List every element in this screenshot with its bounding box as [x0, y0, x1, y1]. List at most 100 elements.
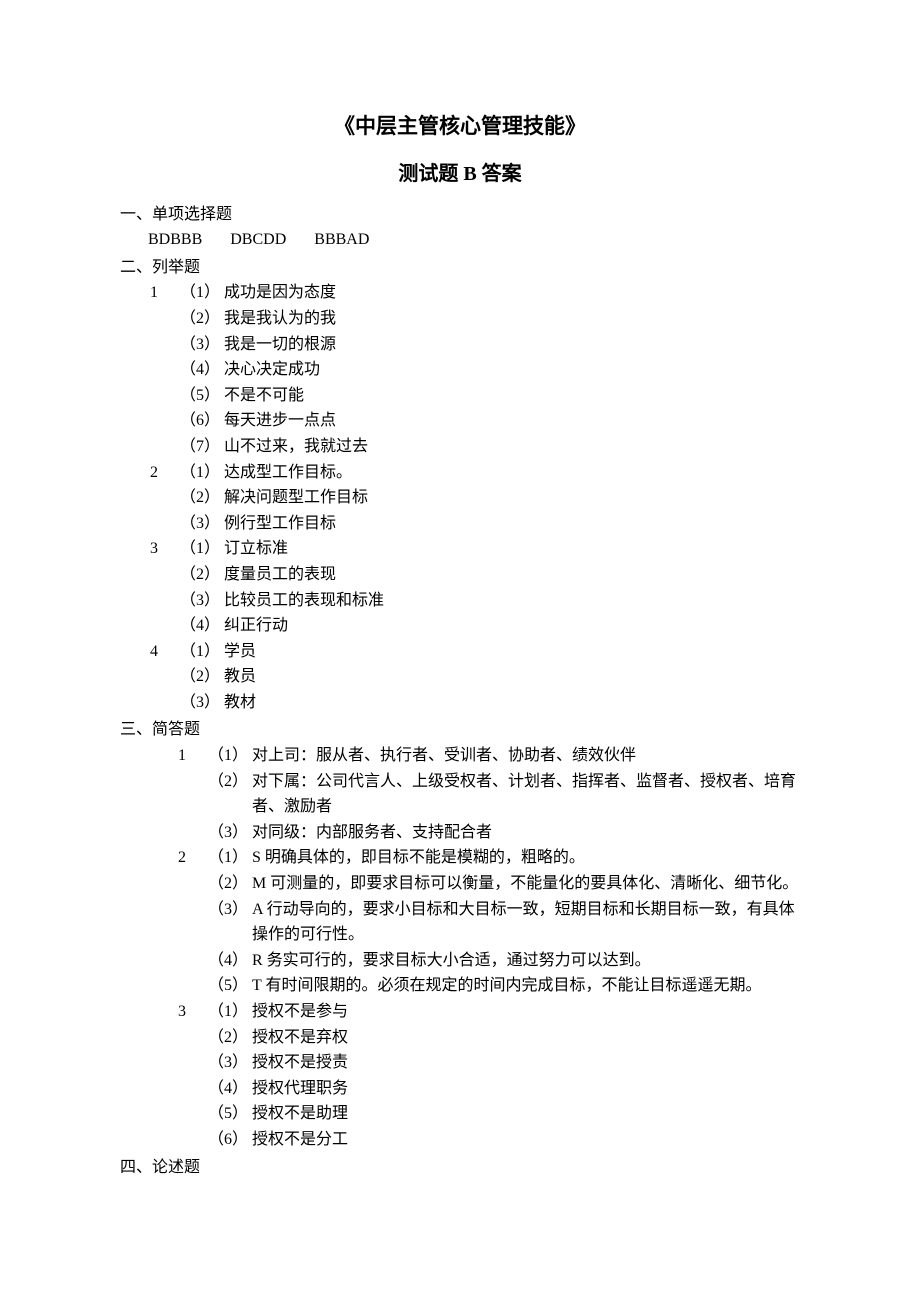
list-text: 山不过来，我就过去 — [224, 434, 800, 460]
list-item: （2）我是我认为的我 — [180, 306, 800, 332]
list-marker: （3） — [180, 588, 224, 614]
list-text: 度量员工的表现 — [224, 562, 800, 588]
list-text: 授权不是分工 — [252, 1127, 800, 1153]
list-text: 授权不是弃权 — [252, 1025, 800, 1051]
s3-q1: 1 （1）对上司：服从者、执行者、受训者、协助者、绩效伙伴 （2）对下属：公司代… — [148, 743, 800, 845]
list-text: 授权不是助理 — [252, 1101, 800, 1127]
list-text: 我是一切的根源 — [224, 332, 800, 358]
page-content: 《中层主管核心管理技能》 测试题 B 答案 一、单项选择题 BDBBB DBCD… — [0, 0, 920, 1240]
list-marker: （4） — [208, 948, 252, 974]
list-item: （3）我是一切的根源 — [180, 332, 800, 358]
list-item: （6）授权不是分工 — [208, 1127, 800, 1153]
list-item: （3）例行型工作目标 — [180, 511, 800, 537]
list-item: （3）比较员工的表现和标准 — [180, 588, 800, 614]
list-marker: （2） — [180, 664, 224, 690]
section-3-body: 1 （1）对上司：服从者、执行者、受训者、协助者、绩效伙伴 （2）对下属：公司代… — [120, 743, 800, 1153]
list-item: （3）对同级：内部服务者、支持配合者 — [208, 820, 800, 846]
question-body: （1）对上司：服从者、执行者、受训者、协助者、绩效伙伴 （2）对下属：公司代言人… — [208, 743, 800, 845]
s3-q3: 3 （1）授权不是参与 （2）授权不是弃权 （3）授权不是授责 （4）授权代理职… — [148, 999, 800, 1153]
list-marker: （3） — [180, 511, 224, 537]
list-text: A 行动导向的，要求小目标和大目标一致，短期目标和长期目标一致，有具体操作的可行… — [252, 897, 800, 948]
list-item: （2）教员 — [180, 664, 800, 690]
list-marker: （1） — [180, 460, 224, 486]
list-text: 解决问题型工作目标 — [224, 485, 800, 511]
question-body: （1）学员 （2）教员 （3）教材 — [180, 639, 800, 716]
s2-q4: 4 （1）学员 （2）教员 （3）教材 — [148, 639, 800, 716]
section-2-body: 1 （1）成功是因为态度 （2）我是我认为的我 （3）我是一切的根源 （4）决心… — [120, 280, 800, 715]
list-item: （2）对下属：公司代言人、上级受权者、计划者、指挥者、监督者、授权者、培育者、激… — [208, 769, 800, 820]
list-text: T 有时间限期的。必须在规定的时间内完成目标，不能让目标遥遥无期。 — [252, 973, 800, 999]
question-body: （1）S 明确具体的，即目标不能是模糊的，粗略的。 （2）M 可测量的，即要求目… — [208, 845, 800, 999]
question-body: （1）订立标准 （2）度量员工的表现 （3）比较员工的表现和标准 （4）纠正行动 — [180, 536, 800, 638]
list-item: （2）授权不是弃权 — [208, 1025, 800, 1051]
list-item: （2）度量员工的表现 — [180, 562, 800, 588]
section-3-heading: 三、简答题 — [120, 717, 800, 743]
list-marker: （1） — [180, 536, 224, 562]
list-text: 成功是因为态度 — [224, 280, 800, 306]
list-item: （1）授权不是参与 — [208, 999, 800, 1025]
question-body: （1）达成型工作目标。 （2）解决问题型工作目标 （3）例行型工作目标 — [180, 460, 800, 537]
list-text: 我是我认为的我 — [224, 306, 800, 332]
list-item: （5）授权不是助理 — [208, 1101, 800, 1127]
list-item: （3）教材 — [180, 690, 800, 716]
list-text: 对同级：内部服务者、支持配合者 — [252, 820, 800, 846]
list-item: （1）订立标准 — [180, 536, 800, 562]
list-text: 不是不可能 — [224, 383, 800, 409]
question-body: （1）授权不是参与 （2）授权不是弃权 （3）授权不是授责 （4）授权代理职务 … — [208, 999, 800, 1153]
list-marker: （6） — [180, 408, 224, 434]
list-text: 决心决定成功 — [224, 357, 800, 383]
list-item: （3）授权不是授责 — [208, 1050, 800, 1076]
list-text: 订立标准 — [224, 536, 800, 562]
list-text: S 明确具体的，即目标不能是模糊的，粗略的。 — [252, 845, 800, 871]
question-number: 1 — [176, 743, 208, 769]
section-1-heading: 一、单项选择题 — [120, 202, 800, 228]
list-text: R 务实可行的，要求目标大小合适，通过努力可以达到。 — [252, 948, 800, 974]
question-number: 3 — [148, 536, 180, 562]
s2-q1: 1 （1）成功是因为态度 （2）我是我认为的我 （3）我是一切的根源 （4）决心… — [148, 280, 800, 459]
list-marker: （3） — [180, 690, 224, 716]
doc-subtitle: 测试题 B 答案 — [120, 158, 800, 190]
list-marker: （2） — [180, 306, 224, 332]
question-number: 1 — [148, 280, 180, 306]
list-item: （1）S 明确具体的，即目标不能是模糊的，粗略的。 — [208, 845, 800, 871]
doc-title: 《中层主管核心管理技能》 — [120, 110, 800, 144]
list-item: （2）M 可测量的，即要求目标可以衡量，不能量化的要具体化、清晰化、细节化。 — [208, 871, 800, 897]
list-text: 纠正行动 — [224, 613, 800, 639]
list-text: 比较员工的表现和标准 — [224, 588, 800, 614]
question-number: 2 — [176, 845, 208, 871]
list-item: （4）R 务实可行的，要求目标大小合适，通过努力可以达到。 — [208, 948, 800, 974]
list-item: （4）决心决定成功 — [180, 357, 800, 383]
list-marker: （3） — [180, 332, 224, 358]
list-marker: （2） — [208, 769, 252, 795]
list-text: 例行型工作目标 — [224, 511, 800, 537]
list-text: 授权不是授责 — [252, 1050, 800, 1076]
list-marker: （6） — [208, 1127, 252, 1153]
list-text: M 可测量的，即要求目标可以衡量，不能量化的要具体化、清晰化、细节化。 — [252, 871, 800, 897]
list-text: 对上司：服从者、执行者、受训者、协助者、绩效伙伴 — [252, 743, 800, 769]
list-marker: （4） — [180, 613, 224, 639]
list-item: （1）对上司：服从者、执行者、受训者、协助者、绩效伙伴 — [208, 743, 800, 769]
list-item: （6）每天进步一点点 — [180, 408, 800, 434]
list-item: （1）成功是因为态度 — [180, 280, 800, 306]
list-text: 每天进步一点点 — [224, 408, 800, 434]
s3-q2: 2 （1）S 明确具体的，即目标不能是模糊的，粗略的。 （2）M 可测量的，即要… — [148, 845, 800, 999]
list-item: （7）山不过来，我就过去 — [180, 434, 800, 460]
question-number: 4 — [148, 639, 180, 665]
s2-q2: 2 （1）达成型工作目标。 （2）解决问题型工作目标 （3）例行型工作目标 — [148, 460, 800, 537]
list-item: （1）学员 — [180, 639, 800, 665]
mc-answer-group: BBBAD — [314, 231, 369, 248]
list-marker: （1） — [208, 743, 252, 769]
list-marker: （7） — [180, 434, 224, 460]
list-marker: （4） — [208, 1076, 252, 1102]
list-marker: （5） — [208, 973, 252, 999]
section-4-heading: 四、论述题 — [120, 1155, 800, 1181]
list-item: （4）授权代理职务 — [208, 1076, 800, 1102]
list-item: （5）不是不可能 — [180, 383, 800, 409]
list-text: 教材 — [224, 690, 800, 716]
section-2-heading: 二、列举题 — [120, 255, 800, 281]
list-text: 教员 — [224, 664, 800, 690]
list-text: 学员 — [224, 639, 800, 665]
list-marker: （5） — [208, 1101, 252, 1127]
list-marker: （3） — [208, 897, 252, 923]
question-number: 3 — [176, 999, 208, 1025]
